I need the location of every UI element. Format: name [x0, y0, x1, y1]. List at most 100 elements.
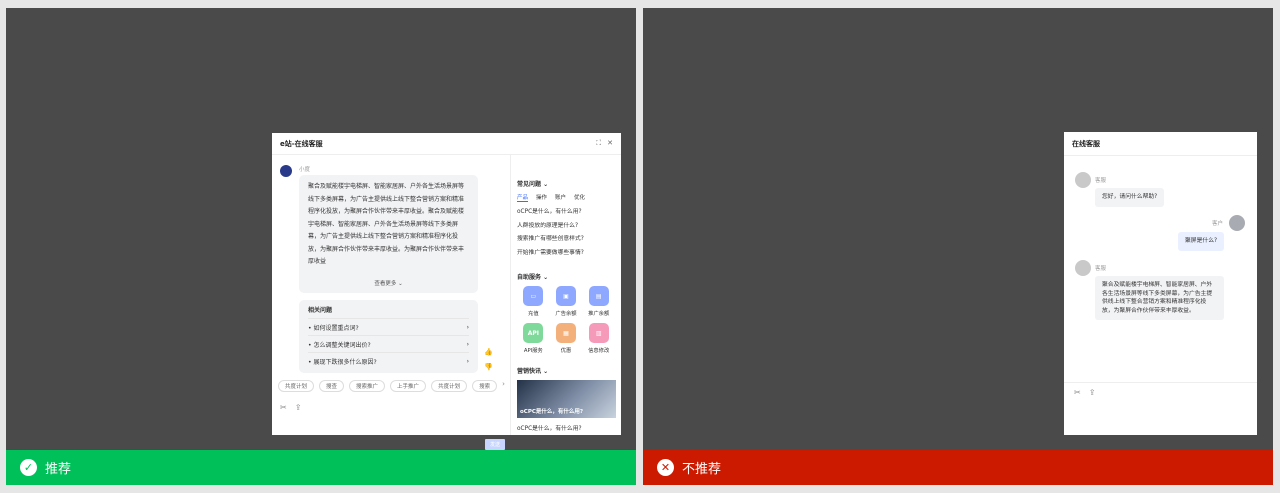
agent-name: 客服 [1095, 178, 1107, 184]
not-recommended-panel: 在线客服 客服 您好，请问什么帮助? 客户 聚屏是什么? 客服 聚合及赋能楼宇电… [643, 8, 1273, 485]
chevron-down-icon: ⌄ [398, 281, 403, 287]
related-questions: 相关问题 • 如何设置重点词? › • 怎么调整关键词出价? › • 展现下跌很多什… [299, 300, 478, 373]
feedback-buttons: 👍 👎 [484, 345, 493, 375]
not-recommended-stage: 在线客服 客服 您好，请问什么帮助? 客户 聚屏是什么? 客服 聚合及赋能楼宇电… [643, 8, 1273, 450]
chips-next-icon[interactable]: › [502, 380, 505, 392]
chat-window-header: e站-在线客服 ⛶ ✕ [272, 133, 621, 155]
customer-message: 聚屏是什么? [1178, 232, 1225, 251]
related-item-label: 展现下跌很多什么原因? [313, 358, 377, 366]
service-promo-balance[interactable]: ▤ 推广余额 [582, 286, 615, 317]
close-icon: ✕ [657, 459, 674, 476]
faq-title-label: 常见问题 [517, 181, 542, 188]
agent-answer-message: 聚合及赋能楼宇电梯屏、智能家居屏、户外各生活场景屏等线下多类屏幕，为广告主提供线… [1095, 276, 1224, 320]
chevron-down-icon: ⌄ [543, 368, 549, 375]
send-button[interactable]: 发送 [485, 439, 505, 450]
services-title: 自助服务 ⌄ [517, 272, 615, 281]
related-item[interactable]: • 怎么调整关键词出价? › [308, 335, 469, 352]
related-item-label: 怎么调整关键词出价? [313, 341, 371, 349]
quick-chip[interactable]: 共度计划 [431, 380, 468, 392]
services-grid: ▭ 充值 ▣ 广告余额 ▤ 推广余额 API API服务 ▦ 优惠 ▥ 信息修改 [517, 286, 615, 354]
faq-title: 常见问题 ⌄ [517, 179, 615, 188]
quick-chips: 共度计划 搜查 搜索推广 上手推广 共度计划 搜索 › [278, 380, 505, 392]
chat-window-title: e站-在线客服 [280, 139, 323, 148]
quick-chip[interactable]: 搜索 [472, 380, 498, 392]
news-title: 营销快讯 ⌄ [517, 366, 615, 375]
thumbs-down-icon[interactable]: 👎 [484, 360, 493, 375]
chat-column: 小度 聚合及赋能楼宇电梯屏、智能家居屏、户外各生活场景屏等线下多类屏幕，为广告主… [272, 155, 510, 450]
recommended-panel: e站-在线客服 ⛶ ✕ 小度 聚合及赋能楼宇电梯屏、智能家居屏、户外各生活场景屏… [6, 8, 636, 485]
ad-icon: ▣ [555, 286, 576, 306]
api-icon: API [523, 323, 544, 343]
service-label: 充值 [528, 311, 539, 317]
tab-operation[interactable]: 操作 [536, 193, 547, 202]
chat-window-title: 在线客服 [1072, 139, 1100, 148]
expand-icon[interactable]: ⛶ [596, 139, 601, 148]
not-recommended-verdict-bar: ✕ 不推荐 [643, 450, 1273, 485]
news-item[interactable]: oCPC是什么，有什么用? [517, 423, 615, 432]
service-recharge[interactable]: ▭ 充值 [517, 286, 550, 317]
quick-chip[interactable]: 上手推广 [390, 380, 427, 392]
service-coupon[interactable]: ▦ 优惠 [550, 323, 583, 354]
promo-icon: ▤ [588, 286, 609, 306]
thumbs-up-icon[interactable]: 👍 [484, 345, 493, 360]
recommended-verdict-bar: ✓ 推荐 [6, 450, 636, 485]
tab-account[interactable]: 账户 [555, 193, 566, 202]
faq-item[interactable]: 开始推广需要做哪些事情? [517, 247, 615, 261]
agent-avatar [1075, 260, 1091, 276]
service-edit-info[interactable]: ▥ 信息修改 [582, 323, 615, 354]
customer-avatar [1229, 215, 1245, 231]
recommended-label: 推荐 [45, 462, 72, 477]
news-image[interactable]: oCPC是什么，有什么用? [517, 380, 616, 418]
quick-chip[interactable]: 搜查 [319, 380, 345, 392]
input-toolbar: ✂ ⇪ [280, 403, 301, 412]
not-recommended-label: 不推荐 [682, 462, 722, 477]
service-ad-balance[interactable]: ▣ 广告余额 [550, 286, 583, 317]
customer-name: 客户 [1212, 221, 1224, 227]
check-icon: ✓ [20, 459, 37, 476]
agent-name: 客服 [1095, 266, 1107, 272]
bot-avatar [280, 165, 292, 177]
related-title: 相关问题 [308, 307, 333, 314]
upload-icon[interactable]: ⇪ [295, 403, 302, 412]
service-label: 信息修改 [588, 348, 610, 354]
tab-optimize[interactable]: 优化 [574, 193, 585, 202]
bot-name: 小度 [299, 167, 311, 173]
chat-window-recommended: e站-在线客服 ⛶ ✕ 小度 聚合及赋能楼宇电梯屏、智能家居屏、户外各生活场景屏… [272, 133, 621, 450]
help-sidebar: 常见问题 ⌄ 产品 操作 账户 优化 oCPC是什么，有什么用? 人群投放的原理… [510, 155, 621, 435]
chat-window-header: 在线客服 [1064, 132, 1257, 156]
chevron-right-icon: › [466, 357, 469, 365]
quick-chip[interactable]: 共度计划 [278, 380, 315, 392]
chat-window-not-recommended: 在线客服 客服 您好，请问什么帮助? 客户 聚屏是什么? 客服 聚合及赋能楼宇电… [1064, 132, 1257, 435]
quick-chip[interactable]: 搜索推广 [349, 380, 386, 392]
chevron-right-icon: › [466, 340, 469, 348]
chevron-down-icon: ⌄ [543, 274, 549, 281]
service-label: 广告余额 [555, 311, 577, 317]
close-icon[interactable]: ✕ [607, 139, 613, 148]
recommended-stage: e站-在线客服 ⛶ ✕ 小度 聚合及赋能楼宇电梯屏、智能家居屏、户外各生活场景屏… [6, 8, 636, 450]
upload-icon[interactable]: ⇪ [1089, 388, 1096, 397]
bot-message: 聚合及赋能楼宇电梯屏、智能家居屏、户外各生活场景屏等线下多类屏幕，为广告主提供线… [299, 175, 478, 293]
service-label: 推广余额 [588, 311, 610, 317]
tab-product[interactable]: 产品 [517, 193, 529, 202]
service-api[interactable]: API API服务 [517, 323, 550, 354]
related-item[interactable]: • 如何设置重点词? › [308, 318, 469, 335]
news-title-label: 营销快讯 [517, 368, 542, 375]
service-label: 优惠 [560, 348, 572, 354]
coupon-icon: ▦ [555, 323, 576, 343]
services-title-label: 自助服务 [517, 274, 542, 281]
faq-tabs: 产品 操作 账户 优化 [517, 193, 615, 202]
see-more-label: 查看更多 [374, 281, 397, 287]
see-more-link[interactable]: 查看更多 ⌄ [299, 279, 478, 287]
wallet-icon: ▭ [523, 286, 544, 306]
related-item-label: 如何设置重点词? [313, 324, 359, 332]
scissors-icon[interactable]: ✂ [1074, 388, 1081, 397]
chevron-right-icon: › [466, 323, 469, 331]
input-divider [1064, 382, 1257, 383]
related-item[interactable]: • 展现下跌很多什么原因? › [308, 352, 469, 369]
faq-item[interactable]: 人群投放的原理是什么? [517, 220, 615, 234]
faq-item[interactable]: oCPC是什么，有什么用? [517, 206, 615, 220]
faq-item[interactable]: 搜索推广有哪些创意样式? [517, 233, 615, 247]
scissors-icon[interactable]: ✂ [280, 403, 287, 412]
service-label: API服务 [523, 348, 543, 354]
input-toolbar: ✂ ⇪ [1074, 388, 1095, 397]
